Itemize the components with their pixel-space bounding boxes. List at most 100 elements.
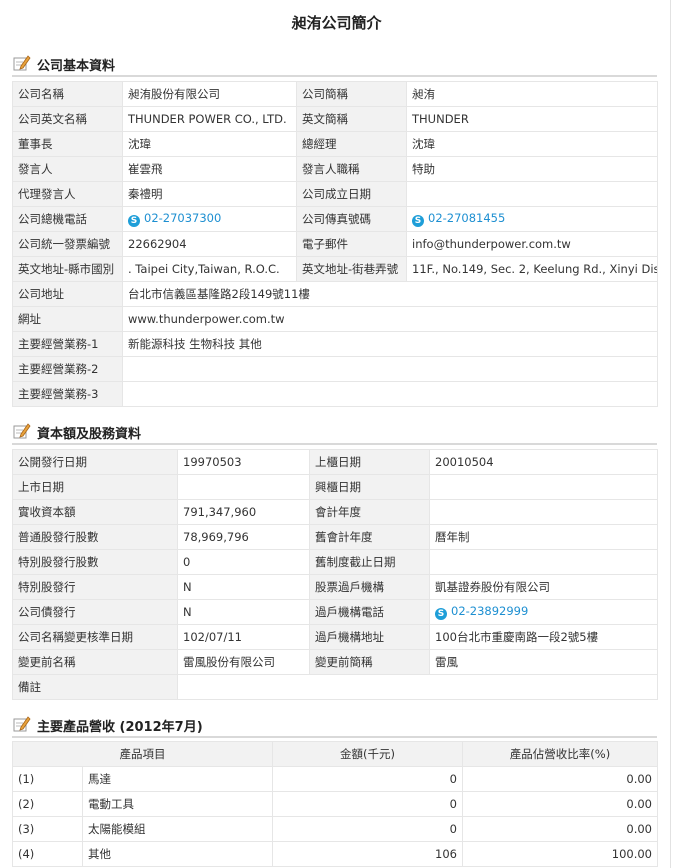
field-value bbox=[406, 181, 658, 207]
field-label: 變更前簡稱 bbox=[309, 649, 430, 675]
table-row: 公司名稱變更核準日期 102/07/11 過戶機構地址 100台北市重慶南路一段2號5… bbox=[12, 624, 658, 650]
field-label: 公司成立日期 bbox=[296, 181, 407, 207]
field-label: 公司傳真號碼 bbox=[296, 206, 407, 232]
field-label: 上櫃日期 bbox=[309, 449, 430, 475]
field-label: 公開發行日期 bbox=[12, 449, 178, 475]
field-value: THUNDER POWER CO., LTD. bbox=[122, 106, 297, 132]
phone-number-link[interactable]: 02-27037300 bbox=[144, 211, 221, 225]
table-row: 公司總機電話 S 02-27037300 公司傳真號碼 S 02-27081455 bbox=[12, 206, 658, 232]
product-ratio: 0.00 bbox=[462, 816, 658, 842]
field-label: 發言人 bbox=[12, 156, 123, 182]
field-label: 電子郵件 bbox=[296, 231, 407, 257]
field-value bbox=[122, 356, 658, 382]
section-header-capital: 資本額及股務資料 bbox=[12, 421, 657, 445]
field-label: 發言人職稱 bbox=[296, 156, 407, 182]
field-value: 特助 bbox=[406, 156, 658, 182]
product-name: 電動工具 bbox=[82, 791, 273, 817]
table-row: 實收資本額 791,347,960 會計年度 bbox=[12, 499, 658, 525]
pencil-edit-icon bbox=[13, 716, 31, 735]
product-revenue-table: 產品項目 金額(千元) 產品佔營收比率(%) (1) 馬達 0 0.00 (2) 電動工具 0 0.… bbox=[12, 741, 658, 867]
field-value: www.thunderpower.com.tw bbox=[122, 306, 658, 332]
field-value bbox=[429, 499, 658, 525]
section-title-basic: 公司基本資料 bbox=[37, 59, 116, 74]
table-row: 上市日期 興櫃日期 bbox=[12, 474, 658, 500]
capital-info-table: 公開發行日期 19970503 上櫃日期 20010504 上市日期 興櫃日期 實收資本額 7… bbox=[12, 449, 658, 700]
field-value bbox=[122, 381, 658, 407]
skype-phone-icon: S bbox=[412, 215, 424, 227]
table-row: 公司統一發票編號 22662904 電子郵件 info@thunderpower.co… bbox=[12, 231, 658, 257]
field-label: 英文簡稱 bbox=[296, 106, 407, 132]
phone-number-link[interactable]: 02-23892999 bbox=[451, 604, 528, 618]
table-row: 備註 bbox=[12, 674, 658, 700]
phone-number-link[interactable]: 02-27081455 bbox=[428, 211, 505, 225]
field-value-phone[interactable]: S 02-27037300 bbox=[122, 206, 297, 232]
field-label: 總經理 bbox=[296, 131, 407, 157]
product-ratio: 0.00 bbox=[462, 766, 658, 792]
product-amount: 0 bbox=[272, 791, 463, 817]
table-row: 主要經營業務-1 新能源科技 生物科技 其他 bbox=[12, 331, 658, 357]
field-value: 凱基證券股份有限公司 bbox=[429, 574, 658, 600]
field-value: 台北市信義區基隆路2段149號11樓 bbox=[122, 281, 658, 307]
field-value: 新能源科技 生物科技 其他 bbox=[122, 331, 658, 357]
section-title-products: 主要產品營收 (2012年7月) bbox=[37, 720, 203, 735]
field-value: 102/07/11 bbox=[177, 624, 310, 650]
field-label: 特別股發行股數 bbox=[12, 549, 178, 575]
field-label: 變更前名稱 bbox=[12, 649, 178, 675]
table-row: 特別股發行股數 0 舊制度截止日期 bbox=[12, 549, 658, 575]
section-header-basic: 公司基本資料 bbox=[12, 53, 657, 77]
field-value: 曆年制 bbox=[429, 524, 658, 550]
field-label: 舊制度截止日期 bbox=[309, 549, 430, 575]
field-value-phone[interactable]: S 02-23892999 bbox=[429, 599, 658, 625]
field-label: 上市日期 bbox=[12, 474, 178, 500]
field-label: 公司債發行 bbox=[12, 599, 178, 625]
field-value bbox=[429, 474, 658, 500]
field-label: 董事長 bbox=[12, 131, 123, 157]
field-value: THUNDER bbox=[406, 106, 658, 132]
field-label: 網址 bbox=[12, 306, 123, 332]
table-row: 董事長 沈瑋 總經理 沈瑋 bbox=[12, 131, 658, 157]
table-row: (4) 其他 106 100.00 bbox=[12, 841, 658, 867]
table-row: 公司英文名稱 THUNDER POWER CO., LTD. 英文簡稱 THUNDER bbox=[12, 106, 658, 132]
product-index: (2) bbox=[12, 791, 83, 817]
field-label: 特別股發行 bbox=[12, 574, 178, 600]
table-row: 網址 www.thunderpower.com.tw bbox=[12, 306, 658, 332]
section-header-products: 主要產品營收 (2012年7月) bbox=[12, 714, 657, 738]
table-row: (1) 馬達 0 0.00 bbox=[12, 766, 658, 792]
field-label: 實收資本額 bbox=[12, 499, 178, 525]
column-header: 產品佔營收比率(%) bbox=[462, 741, 658, 767]
field-value: 雷風 bbox=[429, 649, 658, 675]
field-value bbox=[177, 474, 310, 500]
field-label: 公司英文名稱 bbox=[12, 106, 123, 132]
field-label: 公司統一發票編號 bbox=[12, 231, 123, 257]
skype-phone-icon: S bbox=[435, 608, 447, 620]
skype-phone-icon: S bbox=[128, 215, 140, 227]
field-value: 崔雲飛 bbox=[122, 156, 297, 182]
basic-info-table: 公司名稱 昶洧股份有限公司 公司簡稱 昶洧 公司英文名稱 THUNDER POWER CO… bbox=[12, 81, 658, 407]
field-label: 舊會計年度 bbox=[309, 524, 430, 550]
field-value: N bbox=[177, 574, 310, 600]
table-row: 代理發言人 秦禮明 公司成立日期 bbox=[12, 181, 658, 207]
field-value: 雷風股份有限公司 bbox=[177, 649, 310, 675]
field-value: 100台北市重慶南路一段2號5樓 bbox=[429, 624, 658, 650]
field-label: 主要經營業務-1 bbox=[12, 331, 123, 357]
product-amount: 106 bbox=[272, 841, 463, 867]
table-row: 英文地址-縣市國別. Taipei City,Taiwan, R.O.C. 英文地… bbox=[12, 256, 658, 282]
field-label: 公司總機電話 bbox=[12, 206, 123, 232]
field-label: 主要經營業務-2 bbox=[12, 356, 123, 382]
table-row: 普通股發行股數 78,969,796 舊會計年度 曆年制 bbox=[12, 524, 658, 550]
field-value: 沈瑋 bbox=[406, 131, 658, 157]
field-value: 昶洧股份有限公司 bbox=[122, 81, 297, 107]
field-label: 公司地址 bbox=[12, 281, 123, 307]
section-title-capital: 資本額及股務資料 bbox=[37, 427, 142, 442]
field-label: 過戶機構電話 bbox=[309, 599, 430, 625]
field-label: 主要經營業務-3 bbox=[12, 381, 123, 407]
field-value: 19970503 bbox=[177, 449, 310, 475]
product-index: (3) bbox=[12, 816, 83, 842]
pencil-edit-icon bbox=[13, 55, 31, 74]
field-value-phone[interactable]: S 02-27081455 bbox=[406, 206, 658, 232]
field-value: 11F., No.149, Sec. 2, Keelung Rd., Xinyi… bbox=[406, 256, 658, 282]
field-value: 0 bbox=[177, 549, 310, 575]
field-label: 備註 bbox=[12, 674, 178, 700]
field-value: 昶洧 bbox=[406, 81, 658, 107]
page-right-border bbox=[670, 0, 671, 868]
